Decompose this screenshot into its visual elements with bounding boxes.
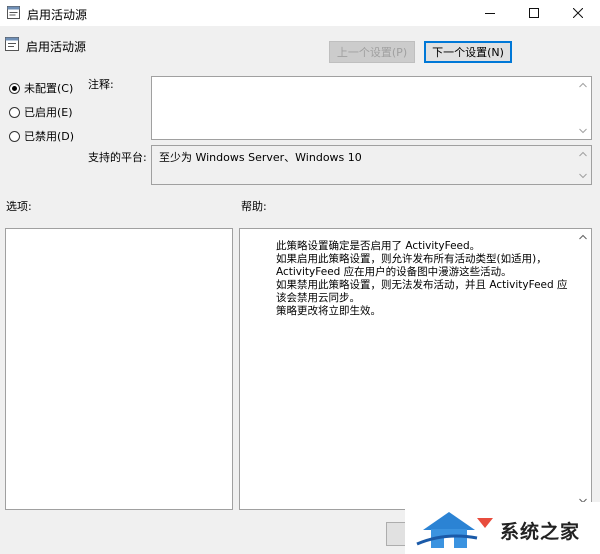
title-bar[interactable]: 启用活动源 bbox=[0, 0, 600, 26]
comment-textbox[interactable] bbox=[151, 76, 592, 140]
options-panel bbox=[5, 228, 233, 510]
radio-enabled[interactable]: 已启用(E) bbox=[9, 104, 73, 120]
platform-scrollbar[interactable] bbox=[576, 146, 591, 184]
window-title: 启用活动源 bbox=[27, 8, 88, 22]
help-paragraph: 此策略设置确定是否启用了 ActivityFeed。 bbox=[276, 240, 481, 252]
previous-setting-button[interactable]: 上一个设置(P) bbox=[329, 41, 415, 63]
radio-label: 未配置(C) bbox=[24, 82, 74, 95]
watermark: 系统之家 bbox=[405, 502, 600, 554]
options-label: 选项: bbox=[6, 200, 32, 213]
scroll-up-icon[interactable] bbox=[579, 234, 587, 240]
help-paragraph: 策略更改将立即生效。 bbox=[276, 305, 381, 317]
radio-not-configured[interactable]: 未配置(C) bbox=[9, 80, 73, 96]
platform-value: 至少为 Windows Server、Windows 10 bbox=[159, 151, 362, 164]
policy-title: 启用活动源 bbox=[26, 40, 87, 54]
help-text: 此策略设置确定是否启用了 ActivityFeed。 如果启用此策略设置，则允许… bbox=[244, 240, 569, 318]
policy-window-icon bbox=[7, 6, 20, 19]
close-icon bbox=[573, 8, 583, 18]
minimize-button[interactable] bbox=[468, 0, 512, 26]
comment-scrollbar[interactable] bbox=[576, 77, 591, 139]
help-paragraph: 如果启用此策略设置，则允许发布所有活动类型(如适用)，ActivityFeed … bbox=[276, 253, 547, 278]
radio-disabled[interactable]: 已禁用(D) bbox=[9, 128, 74, 144]
radio-indicator[interactable] bbox=[9, 82, 20, 94]
platform-box: 至少为 Windows Server、Windows 10 bbox=[151, 145, 592, 185]
scroll-down-icon[interactable] bbox=[579, 173, 587, 179]
radio-indicator[interactable] bbox=[9, 130, 20, 142]
help-panel: 此策略设置确定是否启用了 ActivityFeed。 如果启用此策略设置，则允许… bbox=[239, 228, 592, 510]
minimize-icon bbox=[485, 13, 495, 14]
help-scrollbar[interactable] bbox=[576, 229, 591, 509]
radio-label: 已启用(E) bbox=[24, 106, 73, 119]
radio-indicator[interactable] bbox=[9, 106, 20, 118]
scroll-up-icon[interactable] bbox=[579, 82, 587, 88]
close-button[interactable] bbox=[556, 0, 600, 26]
maximize-icon bbox=[529, 8, 539, 18]
comment-label: 注释: bbox=[88, 78, 114, 91]
help-paragraph: 如果禁用此策略设置，则无法发布活动，并且 ActivityFeed 应该会禁用云… bbox=[276, 279, 568, 304]
scroll-down-icon[interactable] bbox=[579, 128, 587, 134]
radio-label: 已禁用(D) bbox=[24, 130, 75, 143]
scroll-up-icon[interactable] bbox=[579, 151, 587, 157]
platform-label: 支持的平台: bbox=[88, 151, 147, 164]
policy-setting-icon bbox=[5, 37, 19, 51]
next-setting-button[interactable]: 下一个设置(N) bbox=[424, 41, 512, 63]
watermark-text: 系统之家 bbox=[500, 521, 581, 543]
help-label: 帮助: bbox=[241, 200, 267, 213]
maximize-button[interactable] bbox=[512, 0, 556, 26]
house-logo-icon bbox=[416, 512, 493, 548]
